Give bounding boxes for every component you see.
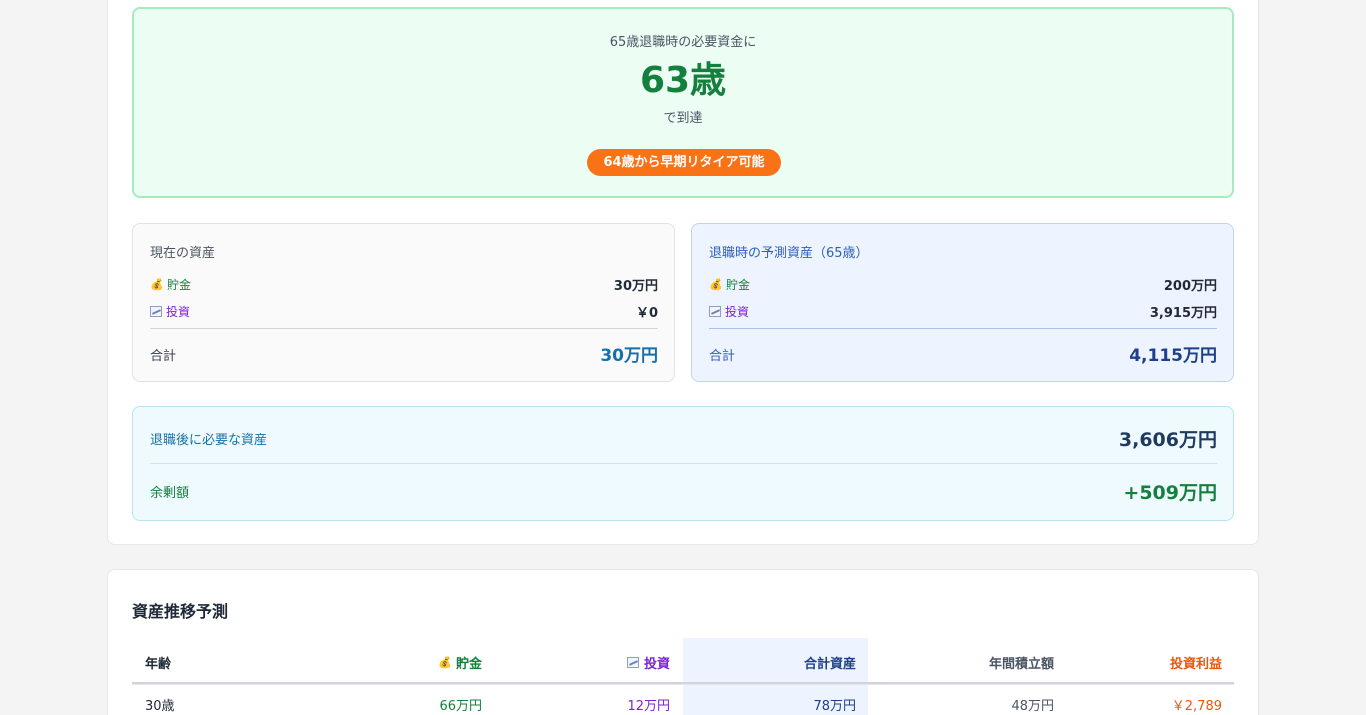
th-age: 年齢 <box>145 657 172 672</box>
current-total-value: 30万円 <box>600 346 658 366</box>
th-profit: 投資利益 <box>1169 657 1222 672</box>
money-bag-icon: 💰 <box>150 278 164 291</box>
retire-savings-label: 貯金 <box>726 278 751 292</box>
cell-savings: 66万円 <box>439 699 482 714</box>
current-invest-row: 投資 ￥0 <box>150 301 658 321</box>
surplus-label: 余剰額 <box>150 486 190 501</box>
cell-profit: ￥2,789 <box>1171 699 1222 714</box>
chart-increasing-icon <box>626 657 639 668</box>
projection-title: 資産推移予測 <box>132 602 229 621</box>
retire-invest-value: 3,915万円 <box>1149 306 1217 321</box>
cell-age: 30歳 <box>145 699 175 714</box>
money-bag-icon: 💰 <box>437 656 452 669</box>
current-invest-value: ￥0 <box>635 306 658 321</box>
current-savings-label: 貯金 <box>167 278 192 292</box>
th-annual: 年間積立額 <box>988 657 1054 672</box>
chart-increasing-icon <box>150 306 162 317</box>
retire-savings-row: 💰 貯金 200万円 <box>709 274 1217 294</box>
money-bag-icon: 💰 <box>709 278 723 291</box>
retire-divider <box>709 328 1217 329</box>
retirement-goal-banner: 65歳退職時の必要資金に 63歳 で到達 64歳から早期リタイア可能 <box>132 7 1234 198</box>
current-assets-panel: 現在の資産 💰 貯金 30万円 投資 ￥0 合計 30万円 <box>132 223 675 382</box>
cell-total: 78万円 <box>813 699 856 714</box>
current-total-label: 合計 <box>150 349 177 364</box>
goal-age: 63歳 <box>639 60 727 101</box>
th-invest: 投資 <box>596 653 670 672</box>
required-assets-label: 退職後に必要な資産 <box>150 433 268 448</box>
retirement-assets-title: 退職時の予測資産（65歳） <box>709 246 869 261</box>
retire-invest-label: 投資 <box>725 305 750 319</box>
retirement-assets-panel: 退職時の予測資産（65歳） 💰 貯金 200万円 投資 3,915万円 合計 4,… <box>691 223 1234 382</box>
cell-annual: 48万円 <box>1011 699 1054 714</box>
current-invest-label: 投資 <box>166 305 191 319</box>
required-assets-panel: 退職後に必要な資産 3,606万円 余剰額 +509万円 <box>132 406 1234 521</box>
current-savings-row: 💰 貯金 30万円 <box>150 274 658 294</box>
required-assets-value: 3,606万円 <box>1118 429 1217 451</box>
retire-invest-row: 投資 3,915万円 <box>709 301 1217 321</box>
chart-increasing-icon <box>709 306 721 317</box>
goal-reach-text: で到達 <box>663 111 703 126</box>
surplus-value: +509万円 <box>1123 482 1217 504</box>
asset-projection-card: 資産推移予測 年齢 💰 貯金 投資 合計資産 年間積立額 投資利益 30歳 66万… <box>107 569 1259 715</box>
required-divider <box>150 463 1217 464</box>
retire-total-value: 4,115万円 <box>1129 346 1217 366</box>
retire-savings-value: 200万円 <box>1163 279 1217 294</box>
th-savings: 💰 貯金 <box>437 656 482 672</box>
current-savings-value: 30万円 <box>613 279 658 294</box>
early-retire-badge: 64歳から早期リタイア可能 <box>587 149 781 176</box>
retirement-summary-card: 65歳退職時の必要資金に 63歳 で到達 64歳から早期リタイア可能 現在の資産… <box>107 0 1259 545</box>
cell-invest: 12万円 <box>627 699 670 714</box>
goal-subtitle: 65歳退職時の必要資金に <box>609 35 757 50</box>
th-total: 合計資産 <box>803 657 856 672</box>
retire-total-label: 合計 <box>709 349 736 364</box>
current-assets-title: 現在の資産 <box>150 246 216 261</box>
current-divider <box>150 328 658 329</box>
